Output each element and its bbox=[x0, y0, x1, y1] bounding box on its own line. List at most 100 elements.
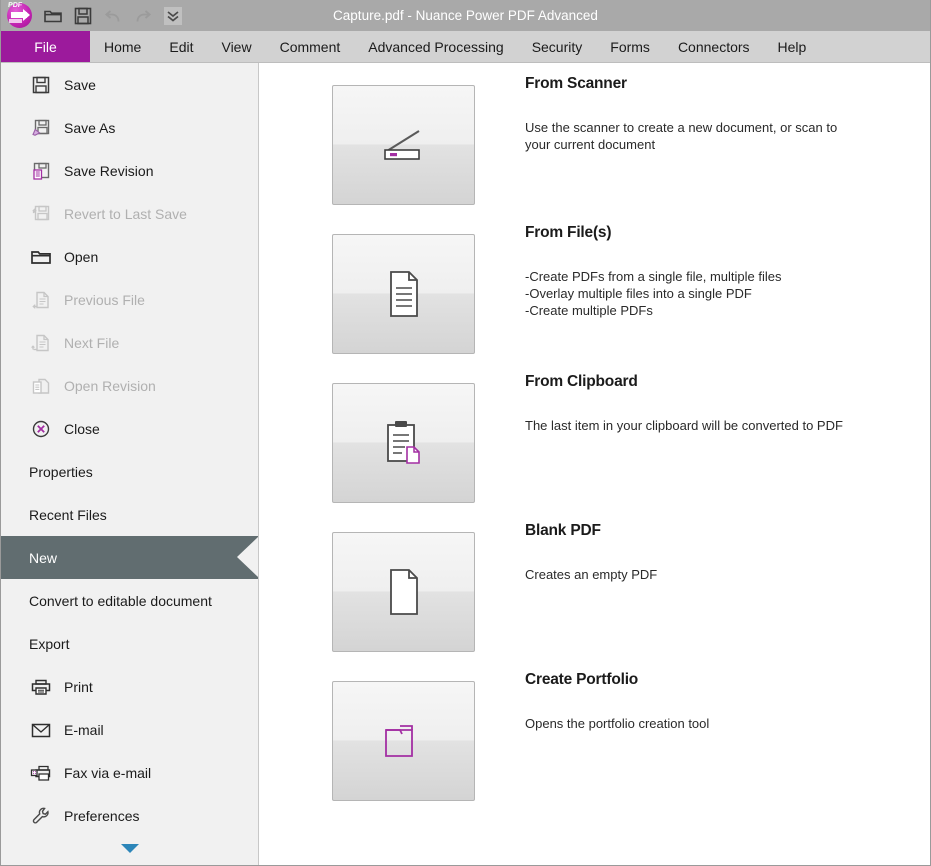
sidebar-item-revert-to-last-save: Revert to Last Save bbox=[1, 192, 258, 235]
sidebar-item-new[interactable]: New bbox=[1, 536, 258, 579]
row-title: Blank PDF bbox=[525, 522, 601, 539]
new-option-from-scanner: From Scanner Use the scanner to create a… bbox=[259, 63, 930, 212]
new-option-blank-pdf: Blank PDF Creates an empty PDF bbox=[259, 510, 930, 659]
sidebar-item-label: Revert to Last Save bbox=[64, 205, 187, 222]
sidebar-item-label: Preferences bbox=[64, 807, 140, 824]
folder-open-icon bbox=[29, 245, 53, 269]
sidebar-item-print[interactable]: Print bbox=[1, 665, 258, 708]
row-title: From Scanner bbox=[525, 75, 627, 92]
open-revision-icon bbox=[29, 374, 53, 398]
sidebar-item-export[interactable]: Export bbox=[1, 622, 258, 665]
tab-advanced-processing[interactable]: Advanced Processing bbox=[354, 31, 517, 62]
fax-icon bbox=[29, 761, 53, 785]
sidebar-item-label: Save As bbox=[64, 119, 116, 136]
sidebar-item-close[interactable]: Close bbox=[1, 407, 258, 450]
row-description: Creates an empty PDF bbox=[525, 567, 658, 582]
from-files-tile-button[interactable] bbox=[332, 234, 475, 354]
selected-notch bbox=[237, 536, 258, 578]
sidebar-item-open[interactable]: Open bbox=[1, 235, 258, 278]
row-title: From File(s) bbox=[525, 224, 612, 241]
file-menu-sidebar: Save Save As Save Revision Revert to Las… bbox=[1, 63, 259, 865]
from-scanner-text: From Scanner Use the scanner to create a… bbox=[525, 63, 837, 153]
tab-view[interactable]: View bbox=[207, 31, 265, 62]
tab-home[interactable]: Home bbox=[90, 31, 155, 62]
pdf-logo-icon[interactable]: PDF bbox=[4, 2, 34, 29]
tab-help[interactable]: Help bbox=[764, 31, 821, 62]
sidebar-item-label: Save bbox=[64, 76, 96, 93]
sidebar-scroll-down-button[interactable] bbox=[1, 844, 258, 853]
sidebar-item-save-revision[interactable]: Save Revision bbox=[1, 149, 258, 192]
printer-icon bbox=[29, 675, 53, 699]
folder-portfolio-icon bbox=[378, 718, 430, 764]
sidebar-item-label: Properties bbox=[29, 463, 93, 480]
save-revision-icon bbox=[29, 159, 53, 183]
sidebar-item-label: New bbox=[29, 549, 58, 566]
sidebar-item-label: Open Revision bbox=[64, 377, 156, 394]
sidebar-item-label: Open bbox=[64, 248, 99, 265]
row-title: From Clipboard bbox=[525, 373, 638, 390]
create-portfolio-text: Create Portfolio Opens the portfolio cre… bbox=[525, 659, 709, 732]
sidebar-item-fax-via-email[interactable]: Fax via e-mail bbox=[1, 751, 258, 794]
triangle-down-icon bbox=[120, 844, 139, 853]
sidebar-item-label: Convert to editable document bbox=[29, 592, 212, 609]
sidebar-item-label: Print bbox=[64, 678, 93, 695]
save-icon[interactable] bbox=[68, 2, 98, 29]
sidebar-item-save[interactable]: Save bbox=[1, 63, 258, 106]
tab-comment[interactable]: Comment bbox=[266, 31, 355, 62]
revert-to-last-save-icon bbox=[29, 202, 53, 226]
sidebar-item-label: Save Revision bbox=[64, 162, 154, 179]
row-description: The last item in your clipboard will be … bbox=[525, 418, 843, 433]
envelope-icon bbox=[29, 718, 53, 742]
from-scanner-tile-button[interactable] bbox=[332, 85, 475, 205]
sidebar-item-properties[interactable]: Properties bbox=[1, 450, 258, 493]
blank-page-icon bbox=[383, 566, 425, 618]
sidebar-item-label: Export bbox=[29, 635, 70, 652]
title-bar: PDF Capture.pdf - Nuance Power PDF Advan… bbox=[1, 0, 930, 31]
menu-bar: File Home Edit View Comment Advanced Pro… bbox=[1, 31, 930, 62]
sidebar-item-open-revision: Open Revision bbox=[1, 364, 258, 407]
previous-file-icon bbox=[29, 288, 53, 312]
wrench-icon bbox=[29, 804, 53, 828]
blank-pdf-text: Blank PDF Creates an empty PDF bbox=[525, 510, 657, 583]
sidebar-item-next-file: Next File bbox=[1, 321, 258, 364]
sidebar-item-preferences[interactable]: Preferences bbox=[1, 794, 258, 837]
sidebar-item-label: E-mail bbox=[64, 721, 104, 738]
sidebar-item-label: Next File bbox=[64, 334, 120, 351]
from-clipboard-tile-button[interactable] bbox=[332, 383, 475, 503]
chevron-double-down-icon[interactable] bbox=[158, 2, 188, 29]
open-icon[interactable] bbox=[38, 2, 68, 29]
row-description: Opens the portfolio creation tool bbox=[525, 716, 710, 731]
new-option-create-portfolio: Create Portfolio Opens the portfolio cre… bbox=[259, 659, 930, 808]
sidebar-item-previous-file: Previous File bbox=[1, 278, 258, 321]
blank-pdf-tile-button[interactable] bbox=[332, 532, 475, 652]
app-window: PDF Capture.pdf - Nuance Power PDF Advan… bbox=[0, 0, 931, 866]
sidebar-item-recent-files[interactable]: Recent Files bbox=[1, 493, 258, 536]
sidebar-item-label: Fax via e-mail bbox=[64, 764, 152, 781]
body: Save Save As Save Revision Revert to Las… bbox=[1, 62, 930, 865]
sidebar-item-label: Close bbox=[64, 420, 100, 437]
row-description: -Create PDFs from a single file, multipl… bbox=[525, 269, 782, 318]
tab-edit[interactable]: Edit bbox=[155, 31, 207, 62]
tab-file[interactable]: File bbox=[1, 31, 90, 62]
document-lines-icon bbox=[383, 268, 425, 320]
sidebar-item-convert-to-editable-document[interactable]: Convert to editable document bbox=[1, 579, 258, 622]
row-description: Use the scanner to create a new document… bbox=[525, 120, 838, 152]
new-option-from-clipboard: From Clipboard The last item in your cli… bbox=[259, 361, 930, 510]
tab-connectors[interactable]: Connectors bbox=[664, 31, 764, 62]
from-clipboard-text: From Clipboard The last item in your cli… bbox=[525, 361, 843, 434]
save-floppy-icon bbox=[29, 73, 53, 97]
save-as-icon bbox=[29, 116, 53, 140]
clipboard-icon bbox=[380, 417, 428, 469]
tab-security[interactable]: Security bbox=[518, 31, 597, 62]
create-portfolio-tile-button[interactable] bbox=[332, 681, 475, 801]
sidebar-item-label: Previous File bbox=[64, 291, 145, 308]
next-file-icon bbox=[29, 331, 53, 355]
new-option-from-files: From File(s) -Create PDFs from a single … bbox=[259, 212, 930, 361]
sidebar-item-email[interactable]: E-mail bbox=[1, 708, 258, 751]
close-circle-icon bbox=[29, 417, 53, 441]
sidebar-item-save-as[interactable]: Save As bbox=[1, 106, 258, 149]
new-document-panel: From Scanner Use the scanner to create a… bbox=[259, 63, 930, 865]
from-files-text: From File(s) -Create PDFs from a single … bbox=[525, 212, 781, 319]
tab-forms[interactable]: Forms bbox=[596, 31, 664, 62]
row-title: Create Portfolio bbox=[525, 671, 639, 688]
